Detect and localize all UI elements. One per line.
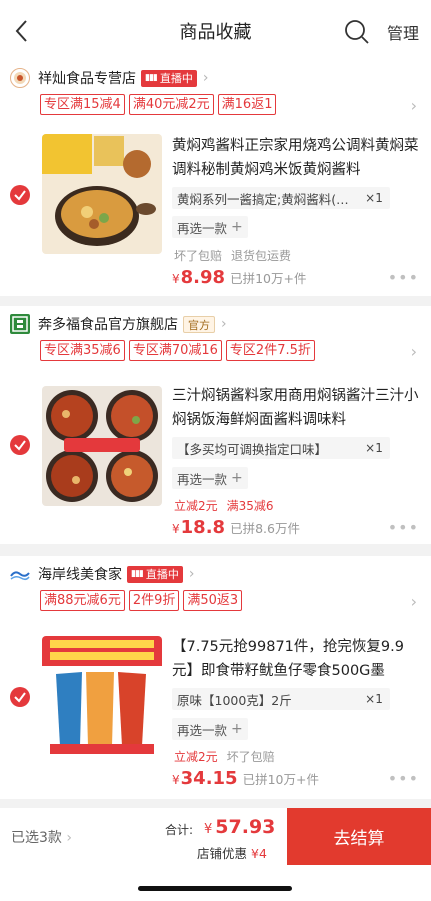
price: ¥8.98 [172, 267, 226, 288]
chevron-right-icon[interactable]: › [411, 342, 417, 361]
store-logo [10, 314, 30, 334]
promo-tag[interactable]: 满88元减6元 [40, 590, 125, 611]
chevron-right-icon[interactable]: › [411, 96, 417, 115]
store-card: 祥灿食品专营店 ▮▮▮ 直播中 › 专区满15减4 满40元减2元 满16返1 ›… [0, 60, 431, 296]
live-badge: ▮▮▮ 直播中 [141, 69, 197, 87]
total-price: ¥57.93 [204, 816, 276, 838]
more-options-icon[interactable]: ••• [388, 769, 419, 788]
more-options-icon[interactable]: ••• [388, 518, 419, 537]
promo-tags: 立减2元 满35减6 [174, 497, 274, 514]
product-title[interactable]: 【7.75元抢99871件，抢完恢复9.9元】即食带籽鱿鱼仔零食500G墨 [172, 635, 422, 683]
store-discount: 店铺优惠 ¥4 [197, 846, 267, 861]
service-tag: 坏了包赔 [174, 249, 223, 263]
promo-tag[interactable]: 专区2件7.5折 [225, 340, 315, 361]
promo-list: 专区满15减4 满40元减2元 满16返1 [40, 94, 277, 115]
product-image[interactable] [42, 636, 162, 756]
store-card: 奔多福食品官方旗舰店 官方 › 专区满35减6 专区满70减16 专区2件7.5… [0, 306, 431, 544]
promo-tag[interactable]: 专区满70减16 [128, 340, 222, 361]
more-options-icon[interactable]: ••• [388, 268, 419, 287]
price: ¥18.8 [172, 517, 226, 538]
price-row: ¥34.15 已拼10万+件 [172, 768, 319, 789]
quantity: ×1 [365, 441, 383, 455]
spec-selector[interactable]: 原味【1000克】2斤 ×1 [172, 688, 390, 710]
store-name: 祥灿食品专营店 [38, 71, 136, 87]
promo-tag[interactable]: 满40元减2元 [128, 94, 214, 115]
official-badge: 官方 [183, 315, 215, 333]
store-name: 奔多福食品官方旗舰店 [38, 317, 178, 333]
reselect-button[interactable]: 再选一款 + [172, 216, 248, 238]
search-icon[interactable] [344, 19, 370, 45]
product-title[interactable]: 黄焖鸡酱料正宗家用烧鸡公调料黄焖菜调料秘制黄焖鸡米饭黄焖酱料 [172, 134, 422, 182]
discount-tag: 立减2元 [174, 499, 218, 513]
sold-count: 已拼8.6万件 [230, 521, 300, 536]
page-title: 商品收藏 [179, 22, 252, 43]
select-checkbox[interactable] [10, 185, 30, 205]
plus-icon: + [231, 721, 243, 737]
store-logo [10, 68, 30, 88]
manage-button[interactable]: 管理 [387, 20, 419, 44]
home-indicator[interactable] [138, 886, 292, 891]
chevron-right-icon: › [188, 566, 195, 582]
sold-count: 已拼10万+件 [242, 772, 319, 787]
promo-tag[interactable]: 满50返3 [183, 590, 243, 611]
store-header[interactable]: 祥灿食品专营店 ▮▮▮ 直播中 › [10, 66, 208, 90]
checkout-button[interactable]: 去结算 [287, 808, 431, 865]
store-card: 海岸线美食家 ▮▮▮ 直播中 › 满88元减6元 2件9折 满50返3 › 【7.… [0, 556, 431, 799]
promo-tag[interactable]: 专区满15减4 [40, 94, 125, 115]
select-checkbox[interactable] [10, 435, 30, 455]
sold-count: 已拼10万+件 [230, 271, 307, 286]
total-label: 合计: [165, 823, 194, 837]
spec-selector[interactable]: 黄焖系列一酱搞定;黄焖酱料(… ×1 [172, 187, 390, 209]
chevron-right-icon: › [202, 70, 209, 86]
plus-icon: + [231, 219, 243, 235]
select-checkbox[interactable] [10, 687, 30, 707]
discount-tag: 满35减6 [226, 499, 274, 513]
reselect-button[interactable]: 再选一款 + [172, 467, 248, 489]
spec-text: 【多买均可调换指定口味】 [177, 441, 328, 457]
promo-tag[interactable]: 2件9折 [128, 590, 180, 611]
quantity: ×1 [365, 692, 383, 706]
selected-count[interactable]: 已选3款 › [11, 827, 72, 847]
live-badge: ▮▮▮ 直播中 [127, 565, 183, 583]
store-logo [10, 564, 30, 584]
service-tag: 退货包运费 [231, 249, 292, 263]
promo-tags: 立减2元 坏了包赔 [174, 748, 275, 765]
top-nav-bar: 商品收藏 管理 [0, 0, 431, 62]
spec-text: 黄焖系列一酱搞定;黄焖酱料(… [177, 191, 349, 207]
store-name: 海岸线美食家 [38, 567, 122, 583]
product-image[interactable] [42, 386, 162, 506]
live-bars-icon: ▮▮▮ [145, 72, 158, 83]
spec-text: 原味【1000克】2斤 [177, 692, 292, 708]
promo-list: 专区满35减6 专区满70减16 专区2件7.5折 [40, 340, 315, 361]
quantity: ×1 [365, 191, 383, 205]
promo-tag[interactable]: 满16返1 [217, 94, 277, 115]
service-tag: 坏了包赔 [226, 750, 275, 764]
plus-icon: + [231, 470, 243, 486]
chevron-right-icon[interactable]: › [411, 592, 417, 611]
service-tags: 坏了包赔 退货包运费 [174, 247, 291, 264]
chevron-right-icon: › [221, 316, 227, 332]
reselect-button[interactable]: 再选一款 + [172, 718, 248, 740]
promo-list: 满88元减6元 2件9折 满50返3 [40, 590, 243, 611]
live-bars-icon: ▮▮▮ [131, 568, 144, 579]
price: ¥34.15 [172, 768, 238, 789]
price-row: ¥8.98 已拼10万+件 [172, 267, 306, 288]
price-row: ¥18.8 已拼8.6万件 [172, 517, 300, 538]
product-image[interactable] [42, 134, 162, 254]
spec-selector[interactable]: 【多买均可调换指定口味】 ×1 [172, 437, 390, 459]
checkout-bar: 已选3款 › 合计: ¥57.93 店铺优惠 ¥4 去结算 [0, 808, 431, 901]
store-header[interactable]: 海岸线美食家 ▮▮▮ 直播中 › [10, 562, 194, 586]
discount-tag: 立减2元 [174, 750, 218, 764]
back-arrow-icon[interactable] [10, 16, 34, 46]
store-header[interactable]: 奔多福食品官方旗舰店 官方 › [10, 312, 227, 336]
product-title[interactable]: 三汁焖锅酱料家用商用焖锅酱汁三汁小焖锅饭海鲜焖面酱料调味料 [172, 384, 422, 432]
promo-tag[interactable]: 专区满35减6 [40, 340, 125, 361]
